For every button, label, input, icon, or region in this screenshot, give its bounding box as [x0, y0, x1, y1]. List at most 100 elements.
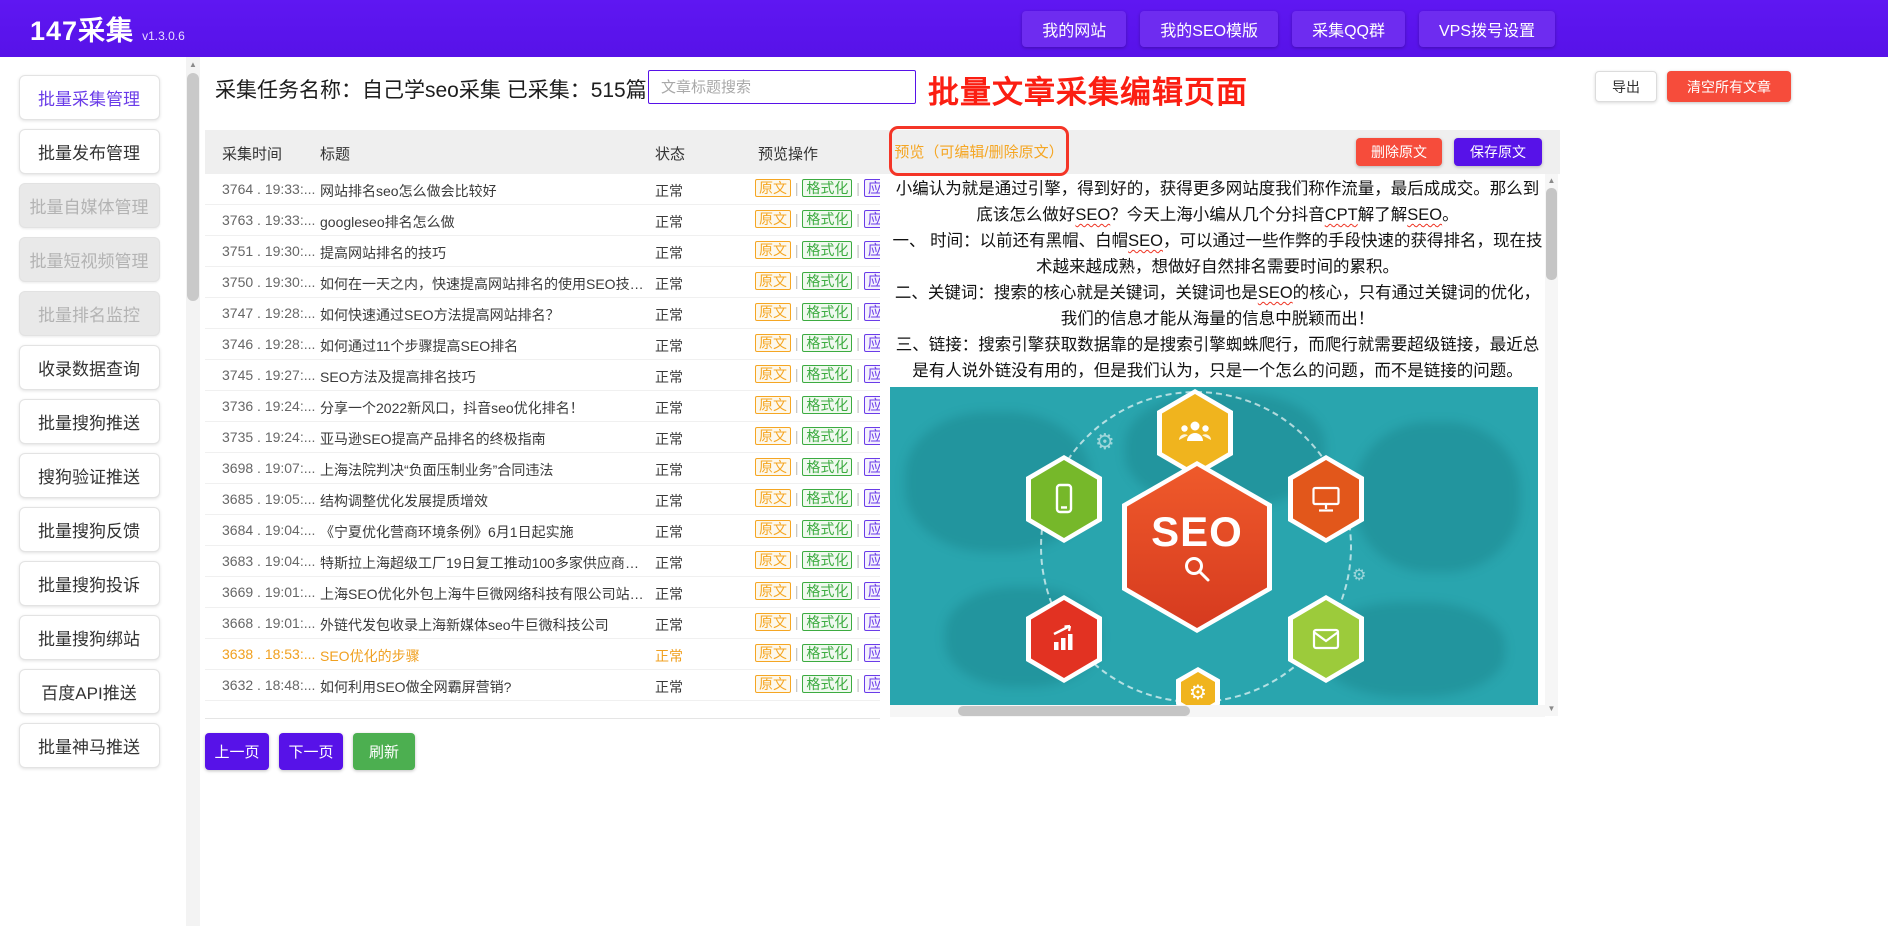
row-title[interactable]: 结构调整优化发展提质增效 — [320, 491, 488, 511]
sidebar-item-1[interactable]: 批量发布管理 — [19, 129, 160, 174]
row-action-2[interactable]: 应用 — [864, 396, 880, 414]
row-action-2[interactable]: 应用 — [864, 582, 880, 600]
row-action-2[interactable]: 应用 — [864, 520, 880, 538]
row-title[interactable]: 亚马逊SEO提高产品排名的终极指南 — [320, 429, 546, 449]
row-action-1[interactable]: 格式化 — [802, 334, 852, 352]
row-action-1[interactable]: 格式化 — [802, 489, 852, 507]
row-action-0[interactable]: 原文 — [755, 644, 791, 662]
row-action-1[interactable]: 格式化 — [802, 675, 852, 693]
table-row[interactable]: 3745 . 19:27:...SEO方法及提高排名技巧正常原文 | 格式化 |… — [205, 360, 880, 391]
prev-page-button[interactable]: 上一页 — [205, 733, 269, 770]
nav-item-0[interactable]: 我的网站 — [1022, 11, 1126, 47]
row-action-2[interactable]: 应用 — [864, 303, 880, 321]
table-row[interactable]: 3751 . 19:30:...提高网站排名的技巧正常原文 | 格式化 | 应用 — [205, 236, 880, 267]
row-action-0[interactable]: 原文 — [755, 396, 791, 414]
row-action-1[interactable]: 格式化 — [802, 396, 852, 414]
scrollbar-thumb[interactable] — [187, 73, 199, 301]
table-row[interactable]: 3750 . 19:30:...如何在一天之内，快速提高网站排名的使用SEO技巧… — [205, 267, 880, 298]
article-editor[interactable]: 小编认为就是通过引擎，得到好的，获得更多网站度我们称作流量，最后成成交。那么到底… — [890, 176, 1545, 384]
row-action-1[interactable]: 格式化 — [802, 303, 852, 321]
row-action-2[interactable]: 应用 — [864, 644, 880, 662]
search-input[interactable] — [648, 70, 916, 104]
table-row[interactable]: 3736 . 19:24:...分享一个2022新风口，抖音seo优化排名！正常… — [205, 391, 880, 422]
table-row[interactable]: 3764 . 19:33:...网站排名seo怎么做会比较好正常原文 | 格式化… — [205, 174, 880, 205]
table-row[interactable]: 3632 . 18:48:...如何利用SEO做全网霸屏营销?正常原文 | 格式… — [205, 670, 880, 701]
row-action-0[interactable]: 原文 — [755, 334, 791, 352]
row-title[interactable]: 上海SEO优化外包上海牛巨微网络科技有限公司站群... — [320, 584, 645, 604]
row-title[interactable]: 网站排名seo怎么做会比较好 — [320, 181, 497, 201]
row-action-0[interactable]: 原文 — [755, 210, 791, 228]
row-action-0[interactable]: 原文 — [755, 179, 791, 197]
row-action-1[interactable]: 格式化 — [802, 241, 852, 259]
sidebar-item-10[interactable]: 批量搜狗绑站 — [19, 615, 160, 660]
row-action-1[interactable]: 格式化 — [802, 179, 852, 197]
row-title[interactable]: 如何利用SEO做全网霸屏营销? — [320, 677, 511, 697]
save-original-button[interactable]: 保存原文 — [1454, 138, 1542, 166]
preview-paragraph[interactable]: 二、关键词：搜索的核心就是关键词，关键词也是SEO的核心，只有通过关键词的优化，… — [890, 280, 1545, 332]
sidebar-item-12[interactable]: 批量神马推送 — [19, 723, 160, 768]
row-title[interactable]: SEO方法及提高排名技巧 — [320, 367, 476, 387]
sidebar-item-0[interactable]: 批量采集管理 — [19, 75, 160, 120]
sidebar-item-5[interactable]: 收录数据查询 — [19, 345, 160, 390]
nav-item-3[interactable]: VPS拨号设置 — [1419, 11, 1555, 47]
row-action-1[interactable]: 格式化 — [802, 551, 852, 569]
row-title[interactable]: 如何快速通过SEO方法提高网站排名？ — [320, 305, 560, 325]
table-row[interactable]: 3763 . 19:33:...googleseo排名怎么做正常原文 | 格式化… — [205, 205, 880, 236]
row-title[interactable]: 提高网站排名的技巧 — [320, 243, 446, 263]
row-action-1[interactable]: 格式化 — [802, 272, 852, 290]
row-action-2[interactable]: 应用 — [864, 241, 880, 259]
row-action-2[interactable]: 应用 — [864, 613, 880, 631]
sidebar-item-7[interactable]: 搜狗验证推送 — [19, 453, 160, 498]
row-action-2[interactable]: 应用 — [864, 365, 880, 383]
export-button[interactable]: 导出 — [1595, 71, 1657, 102]
row-action-0[interactable]: 原文 — [755, 675, 791, 693]
row-action-0[interactable]: 原文 — [755, 303, 791, 321]
row-action-0[interactable]: 原文 — [755, 241, 791, 259]
row-action-0[interactable]: 原文 — [755, 272, 791, 290]
table-row[interactable]: 3668 . 19:01:...外链代发包收录上海新媒体seo牛巨微科技公司正常… — [205, 608, 880, 639]
row-action-1[interactable]: 格式化 — [802, 458, 852, 476]
row-title[interactable]: googleseo排名怎么做 — [320, 212, 455, 232]
table-row[interactable]: 3698 . 19:07:...上海法院判决“负面压制业务”合同违法正常原文 |… — [205, 453, 880, 484]
sidebar-item-9[interactable]: 批量搜狗投诉 — [19, 561, 160, 606]
row-action-1[interactable]: 格式化 — [802, 210, 852, 228]
sidebar-item-6[interactable]: 批量搜狗推送 — [19, 399, 160, 444]
scrollbar-thumb[interactable] — [958, 706, 1190, 716]
row-action-2[interactable]: 应用 — [864, 334, 880, 352]
row-action-0[interactable]: 原文 — [755, 427, 791, 445]
row-title[interactable]: SEO优化的步骤 — [320, 646, 420, 666]
sidebar-item-11[interactable]: 百度API推送 — [19, 669, 160, 714]
row-action-2[interactable]: 应用 — [864, 427, 880, 445]
nav-item-1[interactable]: 我的SEO模版 — [1140, 11, 1278, 47]
row-action-2[interactable]: 应用 — [864, 272, 880, 290]
row-title[interactable]: 上海法院判决“负面压制业务”合同违法 — [320, 460, 553, 480]
row-action-0[interactable]: 原文 — [755, 551, 791, 569]
preview-paragraph[interactable]: 一、 时间：以前还有黑帽、白帽SEO，可以通过一些作弊的手段快速的获得排名，现在… — [890, 228, 1545, 280]
row-action-0[interactable]: 原文 — [755, 613, 791, 631]
row-title[interactable]: 《宁夏优化营商环境条例》6月1日起实施 — [320, 522, 574, 542]
table-row[interactable]: 3747 . 19:28:...如何快速通过SEO方法提高网站排名？正常原文 |… — [205, 298, 880, 329]
row-title[interactable]: 分享一个2022新风口，抖音seo优化排名！ — [320, 398, 584, 418]
table-row[interactable]: 3638 . 18:53:...SEO优化的步骤正常原文 | 格式化 | 应用 — [205, 639, 880, 670]
table-vertical-scrollbar[interactable]: ▲ — [186, 57, 200, 926]
row-title[interactable]: 特斯拉上海超级工厂19日复工推动100多家供应商协... — [320, 553, 645, 573]
nav-item-2[interactable]: 采集QQ群 — [1292, 11, 1405, 47]
row-action-1[interactable]: 格式化 — [802, 613, 852, 631]
row-title[interactable]: 外链代发包收录上海新媒体seo牛巨微科技公司 — [320, 615, 609, 635]
clear-all-articles-button[interactable]: 清空所有文章 — [1667, 71, 1791, 102]
preview-vertical-scrollbar[interactable]: ▲ ▼ — [1545, 174, 1558, 716]
sidebar-item-8[interactable]: 批量搜狗反馈 — [19, 507, 160, 552]
preview-paragraph[interactable]: 小编认为就是通过引擎，得到好的，获得更多网站度我们称作流量，最后成成交。那么到底… — [890, 176, 1545, 228]
next-page-button[interactable]: 下一页 — [279, 733, 343, 770]
table-row[interactable]: 3735 . 19:24:...亚马逊SEO提高产品排名的终极指南正常原文 | … — [205, 422, 880, 453]
table-row[interactable]: 3669 . 19:01:...上海SEO优化外包上海牛巨微网络科技有限公司站群… — [205, 577, 880, 608]
row-action-0[interactable]: 原文 — [755, 489, 791, 507]
row-action-2[interactable]: 应用 — [864, 458, 880, 476]
row-action-0[interactable]: 原文 — [755, 582, 791, 600]
row-action-2[interactable]: 应用 — [864, 210, 880, 228]
row-action-2[interactable]: 应用 — [864, 675, 880, 693]
delete-original-button[interactable]: 删除原文 — [1356, 138, 1442, 166]
table-row[interactable]: 3683 . 19:04:...特斯拉上海超级工厂19日复工推动100多家供应商… — [205, 546, 880, 577]
row-title[interactable]: 如何通过11个步骤提高SEO排名 — [320, 336, 518, 356]
row-action-1[interactable]: 格式化 — [802, 365, 852, 383]
